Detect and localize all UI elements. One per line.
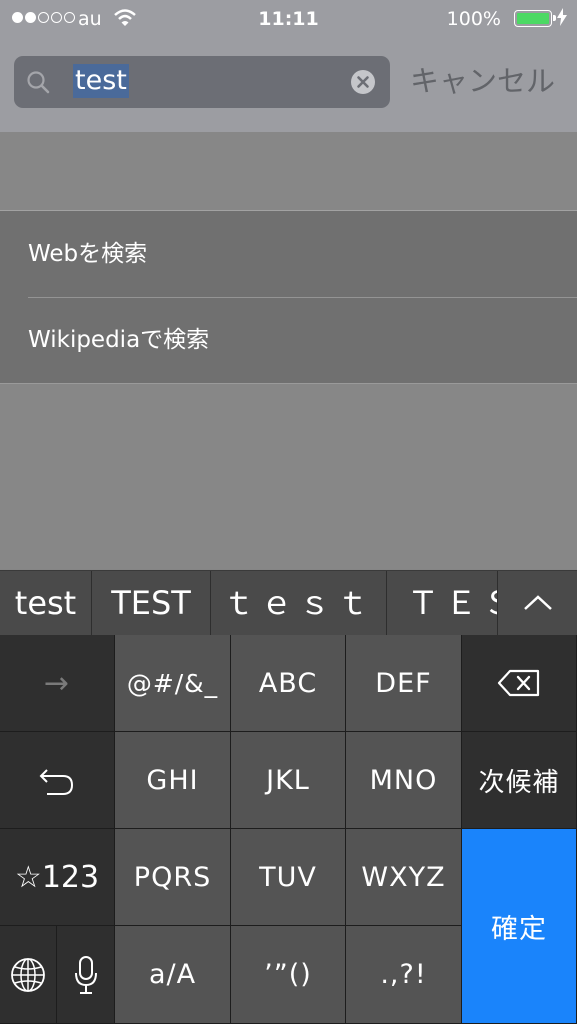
key-mno[interactable]: MNO <box>346 732 462 829</box>
search-input[interactable]: test <box>73 64 129 98</box>
key-def[interactable]: DEF <box>346 635 462 732</box>
screen: au 11:11 100% test キャンセル Webを検索 Wikipedi… <box>0 0 577 1024</box>
battery-tip <box>553 15 556 21</box>
delete-icon <box>497 669 540 697</box>
search-field[interactable]: test <box>14 56 390 108</box>
search-web-item[interactable]: Webを検索 <box>0 211 577 297</box>
charging-bolt-icon <box>557 8 567 26</box>
search-wikipedia-item[interactable]: Wikipediaで検索 <box>0 297 577 383</box>
arrow-key[interactable]: → <box>0 635 115 732</box>
key-jkl[interactable]: JKL <box>231 732 346 829</box>
quotes-key[interactable]: ’”() <box>231 926 346 1024</box>
key-ghi[interactable]: GHI <box>115 732 231 829</box>
punctuation-key[interactable]: .,?! <box>346 926 462 1024</box>
status-bar: au 11:11 100% <box>0 0 577 38</box>
candidate-item[interactable]: ＴＥＳ <box>387 571 499 635</box>
mic-icon <box>74 955 97 994</box>
candidate-item[interactable]: TEST <box>92 571 211 635</box>
search-results: Webを検索 Wikipediaで検索 <box>0 132 577 569</box>
next-candidate-key[interactable]: 次候補 <box>462 732 577 829</box>
suggestion-list: Webを検索 Wikipediaで検索 <box>0 211 577 384</box>
candidate-item[interactable]: test <box>0 571 92 635</box>
case-toggle-key[interactable]: a/A <box>115 926 231 1024</box>
key-symbols[interactable]: @#/&_ <box>115 635 231 732</box>
clear-icon[interactable] <box>350 69 376 95</box>
battery-icon <box>514 10 556 27</box>
keyboard: → @#/&_ ABC DEF GHI JKL MNO 次候補 ☆123 PQR… <box>0 635 577 1024</box>
search-header: au 11:11 100% test キャンセル <box>0 0 577 132</box>
mic-key[interactable] <box>57 926 115 1024</box>
confirm-button[interactable]: 確定 <box>462 829 577 1024</box>
key-wxyz[interactable]: WXYZ <box>346 829 462 926</box>
delete-key[interactable] <box>462 635 577 732</box>
globe-icon <box>11 957 45 992</box>
cancel-button[interactable]: キャンセル <box>410 58 555 104</box>
undo-key[interactable] <box>0 732 115 829</box>
expand-candidates-button[interactable] <box>497 571 577 635</box>
battery-level <box>517 13 549 24</box>
results-spacer <box>0 132 577 211</box>
chevron-up-icon <box>523 595 552 610</box>
undo-icon <box>39 769 74 795</box>
candidate-bar: test TEST ｔｅｓｔ ＴＥＳ <box>0 570 577 636</box>
key-pqrs[interactable]: PQRS <box>115 829 231 926</box>
globe-key[interactable] <box>0 926 57 1024</box>
search-icon <box>27 71 50 94</box>
number-mode-key[interactable]: ☆123 <box>0 829 115 926</box>
key-tuv[interactable]: TUV <box>231 829 346 926</box>
battery-percent: 100% <box>446 8 501 30</box>
key-abc[interactable]: ABC <box>231 635 346 732</box>
candidate-item[interactable]: ｔｅｓｔ <box>211 571 387 635</box>
